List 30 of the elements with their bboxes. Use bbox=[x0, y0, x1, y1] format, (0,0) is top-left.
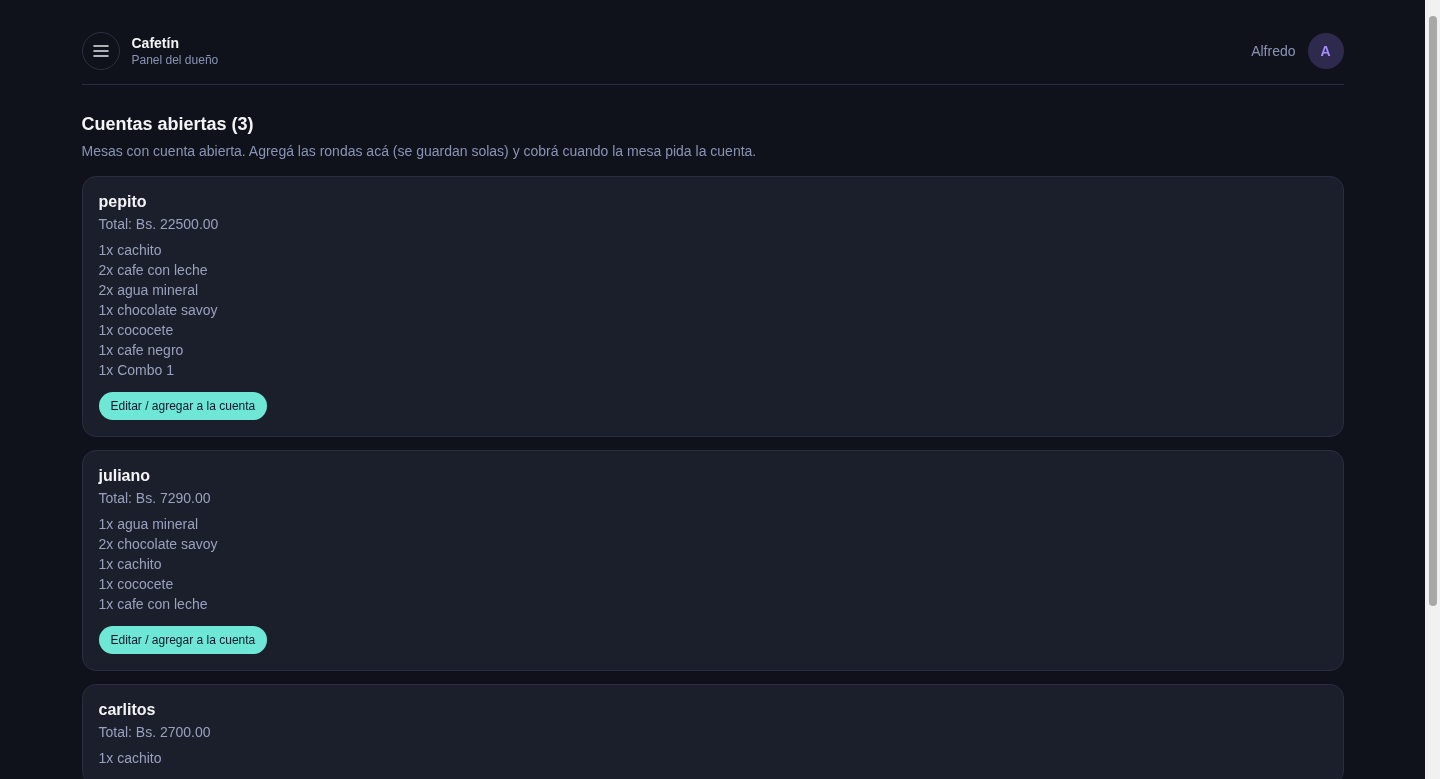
order-item: 1x Combo 1 bbox=[98, 361, 175, 380]
app-title: Cafetín bbox=[131, 34, 180, 52]
account-total: Total: Bs. 2700.00 bbox=[98, 723, 212, 742]
order-item: 1x cachito bbox=[98, 749, 163, 768]
section-description: Mesas con cuenta abierta. Agregá las rondas acá (se guardan solas) y cobrá cuando la mesa pida la cuenta. bbox=[81, 142, 758, 161]
user-avatar[interactable]: A bbox=[1307, 33, 1344, 69]
order-item: 1x cafe con leche bbox=[98, 595, 209, 614]
order-item: 1x cachito bbox=[98, 555, 163, 574]
account-name: carlitos bbox=[98, 700, 157, 720]
menu-icon bbox=[92, 45, 109, 57]
user-name: Alfredo bbox=[1251, 41, 1296, 61]
account-name: juliano bbox=[98, 466, 152, 486]
order-item: 2x agua mineral bbox=[98, 281, 200, 300]
order-item: 2x cafe con leche bbox=[98, 261, 209, 280]
scrollbar[interactable] bbox=[1425, 0, 1440, 779]
order-item: 1x cafe negro bbox=[98, 341, 185, 360]
order-item: 1x agua mineral bbox=[98, 515, 200, 534]
order-item: 1x cococete bbox=[98, 321, 175, 340]
app-subtitle: Panel del dueño bbox=[131, 52, 219, 68]
order-item: 1x cococete bbox=[98, 575, 175, 594]
order-item: 2x chocolate savoy bbox=[98, 535, 219, 554]
order-item: 1x chocolate savoy bbox=[98, 301, 219, 320]
edit-account-button[interactable]: Editar / agregar a la cuenta bbox=[98, 392, 268, 420]
edit-account-button[interactable]: Editar / agregar a la cuenta bbox=[98, 626, 268, 654]
scrollbar-thumb[interactable] bbox=[1428, 16, 1437, 606]
account-total: Total: Bs. 7290.00 bbox=[98, 489, 212, 508]
account-name: pepito bbox=[98, 192, 148, 212]
section-title: Cuentas abiertas (3) bbox=[81, 113, 255, 136]
order-item: 1x cachito bbox=[98, 241, 163, 260]
account-total: Total: Bs. 22500.00 bbox=[98, 215, 220, 234]
